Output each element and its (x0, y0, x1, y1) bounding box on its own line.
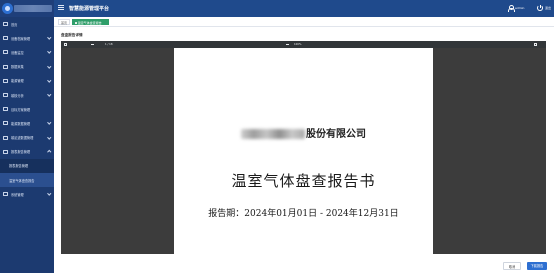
target-icon (3, 107, 8, 112)
sidebar-item-label: 目标方案管理 (11, 107, 31, 112)
chevron-down-icon (46, 92, 51, 96)
sidebar-item-label: 首页 (11, 22, 18, 27)
tab-home[interactable]: 首页 (58, 19, 70, 25)
chevron-up-icon (46, 150, 51, 154)
company-name-redacted (241, 129, 305, 139)
page-indicator[interactable]: 1 / 18 (105, 43, 112, 46)
sidebar-item-energy[interactable]: 能源管理 (0, 74, 54, 88)
sidebar-item-system[interactable]: 系统管理 (0, 187, 54, 201)
sidebar-item-energy-data[interactable]: 能源数据管理 (0, 116, 54, 130)
sidebar-item-carbon-footprint[interactable]: 碳足迹数据管理 (0, 131, 54, 145)
chevron-down-icon (46, 49, 51, 54)
sidebar-item-label: 数据采集 (11, 65, 24, 70)
archive-icon (3, 36, 8, 41)
zoom-level[interactable]: 100% (294, 43, 301, 46)
home-icon (3, 22, 8, 27)
energy-icon (3, 78, 8, 83)
sidebar-item-label: 能源管理 (11, 79, 24, 84)
report-title: 温室气体盘查报告书 (231, 172, 376, 190)
chevron-down-icon (46, 134, 51, 139)
tab-ghg-report[interactable]: 温室气体盘查报告 (72, 19, 109, 25)
sidebar-menu: 首页 设备档案管理 设备监控 数据采集 能源管理 碳核分析 目标方案管理 能源数… (0, 17, 54, 201)
sidebar-subitem-ghg-report[interactable]: 温室气体盘查报告 (0, 173, 54, 188)
sidebar-item-carbon-analysis[interactable]: 碳核分析 (0, 88, 54, 102)
zoom-out-icon[interactable] (286, 44, 289, 45)
sidebar-toggle-icon[interactable] (64, 42, 67, 46)
download-button[interactable]: 下载报告 (527, 262, 547, 270)
gear-icon (3, 192, 8, 197)
main-content: 盘查报告详情 1 / 18 100% 股份有限公司 温室气体盘查报告书 报告期：… (54, 27, 554, 273)
sidebar-item-label: 设备档案管理 (11, 36, 31, 41)
sidebar-item-label: 能源数据管理 (11, 121, 31, 126)
chevron-down-icon (46, 35, 51, 40)
tab-label: 温室气体盘查报告 (77, 21, 102, 25)
pdf-margin-left (61, 48, 174, 254)
sidebar-item-device-monitor[interactable]: 设备监控 (0, 45, 54, 59)
pdf-margin-right (433, 48, 546, 254)
database-icon (3, 121, 8, 126)
sidebar-item-data-collection[interactable]: 数据采集 (0, 60, 54, 74)
sidebar-item-device-archive[interactable]: 设备档案管理 (0, 31, 54, 45)
tab-bar: 首页 温室气体盘查报告 (54, 17, 554, 27)
logo-icon (2, 3, 13, 14)
active-dot-icon (75, 22, 77, 24)
power-icon[interactable] (537, 4, 543, 11)
sidebar-item-target-plan[interactable]: 目标方案管理 (0, 102, 54, 116)
company-name: 股份有限公司 (174, 125, 433, 140)
back-button[interactable]: 取消 (503, 262, 521, 270)
minus-icon[interactable] (91, 44, 94, 45)
pdf-toolbar: 1 / 18 100% (61, 41, 546, 48)
sidebar-item-home[interactable]: 首页 (0, 17, 54, 31)
pdf-page: 股份有限公司 温室气体盘查报告书 报告期：2024年01月01日 - 2024年… (174, 48, 433, 254)
chart-icon (3, 93, 8, 98)
app-title: 智慧能源管理平台 (69, 5, 110, 12)
sidebar-item-label: 报表报告管理 (9, 164, 29, 169)
top-header: 智慧能源管理平台 admin 退出 (54, 0, 554, 17)
chevron-down-icon (46, 64, 51, 68)
sidebar-item-label: 系统管理 (11, 192, 24, 197)
menu-toggle-icon[interactable] (58, 5, 64, 11)
chevron-down-icon (46, 78, 51, 82)
monitor-icon (3, 50, 8, 55)
user-name[interactable]: admin (515, 6, 524, 10)
tab-label: 首页 (61, 21, 68, 25)
sidebar-item-reports[interactable]: 报表报告管理 (0, 145, 54, 159)
more-icon[interactable] (534, 42, 537, 46)
logo (0, 0, 54, 17)
footprint-icon (3, 135, 8, 140)
pdf-viewer[interactable]: 1 / 18 100% 股份有限公司 温室气体盘查报告书 报告期：2024年01… (61, 41, 546, 254)
report-period: 报告期：2024年01月01日 - 2024年12月31日 (208, 209, 399, 219)
user-icon[interactable] (507, 5, 515, 12)
report-icon (3, 149, 8, 154)
logo-text-blurred (14, 5, 52, 12)
sidebar-subitem-report-manage[interactable]: 报表报告管理 (0, 158, 54, 174)
sidebar: 首页 设备档案管理 设备监控 数据采集 能源管理 碳核分析 目标方案管理 能源数… (0, 0, 54, 273)
page-title: 盘查报告详情 (61, 33, 83, 37)
sidebar-item-label: 报表报告管理 (11, 150, 31, 155)
data-icon (3, 64, 8, 69)
company-suffix: 股份有限公司 (306, 129, 366, 140)
sidebar-item-label: 碳核分析 (11, 93, 24, 98)
chevron-down-icon (46, 120, 51, 125)
sidebar-item-label: 温室气体盘查报告 (9, 178, 35, 183)
sidebar-item-label: 设备监控 (11, 50, 24, 55)
chevron-down-icon (46, 191, 51, 196)
sidebar-item-label: 碳足迹数据管理 (11, 136, 34, 141)
logout-button[interactable]: 退出 (545, 6, 551, 10)
